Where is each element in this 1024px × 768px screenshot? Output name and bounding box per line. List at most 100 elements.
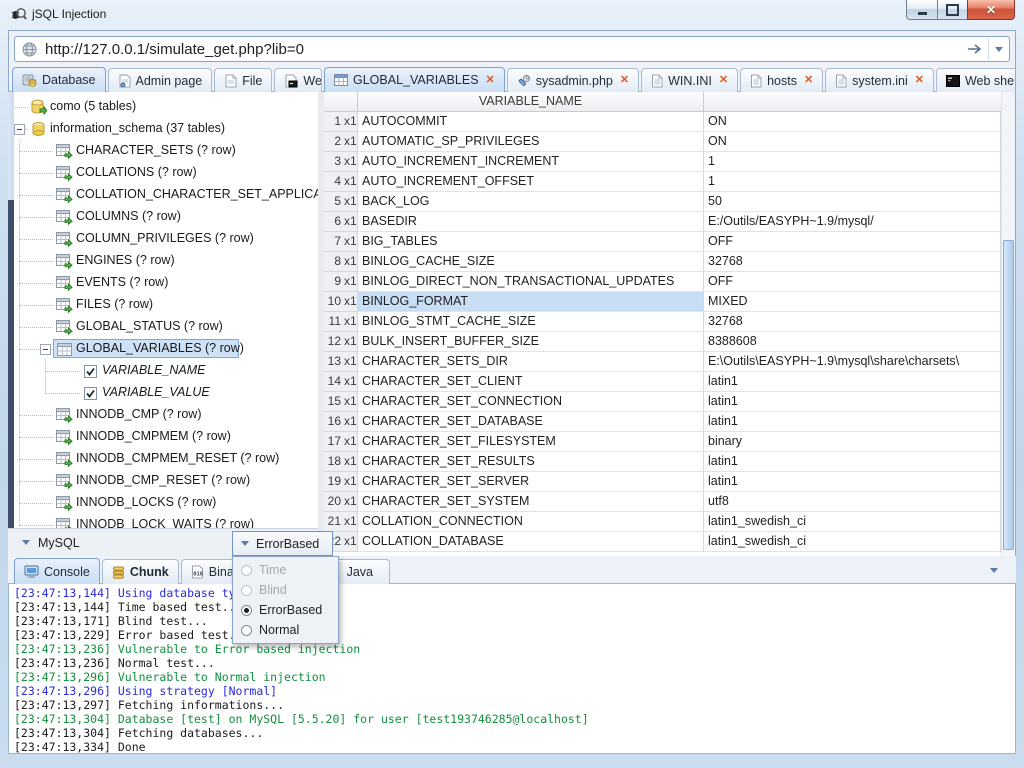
- variable-value-cell[interactable]: 32768: [704, 252, 1001, 272]
- tree-node[interactable]: COLLATIONS (? row): [8, 162, 318, 184]
- table-scrollbar-thumb[interactable]: [1003, 240, 1014, 550]
- table-row[interactable]: 11x1BINLOG_STMT_CACHE_SIZE32768: [324, 312, 1001, 332]
- variable-name-cell[interactable]: BASEDIR: [358, 212, 704, 232]
- tree-node[interactable]: VARIABLE_VALUE: [8, 382, 318, 404]
- variable-value-cell[interactable]: 8388608: [704, 332, 1001, 352]
- tree-node[interactable]: como (5 tables): [8, 96, 318, 118]
- address-bar[interactable]: http://127.0.0.1/simulate_get.php?lib=0: [14, 36, 1010, 62]
- variable-value-cell[interactable]: 32768: [704, 312, 1001, 332]
- tree-node[interactable]: INNODB_LOCKS (? row): [8, 492, 318, 514]
- variable-value-cell[interactable]: latin1: [704, 452, 1001, 472]
- tree-node[interactable]: GLOBAL_VARIABLES (? row): [8, 338, 318, 360]
- table-row[interactable]: 8x1BINLOG_CACHE_SIZE32768: [324, 252, 1001, 272]
- tab-win-ini[interactable]: WIN.INI✕: [641, 68, 738, 92]
- variable-name-cell[interactable]: CHARACTER_SET_FILESYSTEM: [358, 432, 704, 452]
- strategy-combobox[interactable]: ErrorBased: [232, 531, 333, 556]
- variable-value-cell[interactable]: latin1: [704, 412, 1001, 432]
- variable-name-cell[interactable]: AUTO_INCREMENT_INCREMENT: [358, 152, 704, 172]
- variable-name-cell[interactable]: COLLATION_DATABASE: [358, 532, 704, 552]
- tab-chunk[interactable]: Chunk: [102, 559, 179, 584]
- tree-node[interactable]: INNODB_LOCK_WAITS (? row): [8, 514, 318, 528]
- table-row[interactable]: 17x1CHARACTER_SET_FILESYSTEMbinary: [324, 432, 1001, 452]
- tree-scrollbar-thumb[interactable]: [8, 200, 14, 528]
- tab-database[interactable]: Database: [12, 67, 106, 92]
- tree-node[interactable]: COLUMN_PRIVILEGES (? row): [8, 228, 318, 250]
- tree-node[interactable]: GLOBAL_STATUS (? row): [8, 316, 318, 338]
- tree-node[interactable]: INNODB_CMPMEM_RESET (? row): [8, 448, 318, 470]
- table-row[interactable]: 14x1CHARACTER_SET_CLIENTlatin1: [324, 372, 1001, 392]
- table-row[interactable]: 16x1CHARACTER_SET_DATABASElatin1: [324, 412, 1001, 432]
- table-scrollbar[interactable]: [1001, 92, 1015, 556]
- variable-value-cell[interactable]: ON: [704, 112, 1001, 132]
- variable-value-cell[interactable]: 1: [704, 172, 1001, 192]
- tree-node[interactable]: INNODB_CMP_RESET (? row): [8, 470, 318, 492]
- variable-name-cell[interactable]: COLLATION_CONNECTION: [358, 512, 704, 532]
- variable-name-cell[interactable]: AUTO_INCREMENT_OFFSET: [358, 172, 704, 192]
- maximize-button[interactable]: [937, 0, 967, 20]
- table-row[interactable]: 19x1CHARACTER_SET_SERVERlatin1: [324, 472, 1001, 492]
- table-row[interactable]: 15x1CHARACTER_SET_CONNECTIONlatin1: [324, 392, 1001, 412]
- tab-global-variables[interactable]: GLOBAL_VARIABLES✕: [324, 67, 505, 92]
- variable-name-cell[interactable]: CHARACTER_SETS_DIR: [358, 352, 704, 372]
- table-row[interactable]: 18x1CHARACTER_SET_RESULTSlatin1: [324, 452, 1001, 472]
- variable-name-column-header[interactable]: VARIABLE_NAME: [358, 92, 704, 112]
- variable-value-cell[interactable]: latin1: [704, 472, 1001, 492]
- variable-name-cell[interactable]: AUTOMATIC_SP_PRIVILEGES: [358, 132, 704, 152]
- table-row[interactable]: 12x1BULK_INSERT_BUFFER_SIZE8388608: [324, 332, 1001, 352]
- variable-name-cell[interactable]: BINLOG_DIRECT_NON_TRANSACTIONAL_UPDATES: [358, 272, 704, 292]
- table-row[interactable]: 2x1AUTOMATIC_SP_PRIVILEGESON: [324, 132, 1001, 152]
- tree-node[interactable]: COLUMNS (? row): [8, 206, 318, 228]
- close-tab-icon[interactable]: ✕: [620, 75, 629, 86]
- strategy-option-normal[interactable]: Normal: [233, 620, 338, 640]
- table-row[interactable]: 5x1BACK_LOG50: [324, 192, 1001, 212]
- table-row[interactable]: 10x1BINLOG_FORMATMIXED: [324, 292, 1001, 312]
- close-tab-icon[interactable]: ✕: [804, 75, 813, 86]
- variable-name-cell[interactable]: CHARACTER_SET_DATABASE: [358, 412, 704, 432]
- title-bar[interactable]: jSQL Injection ✕: [0, 0, 1024, 30]
- tab-console[interactable]: Console: [14, 558, 100, 584]
- close-tab-icon[interactable]: ✕: [915, 75, 924, 86]
- tree-node[interactable]: EVENTS (? row): [8, 272, 318, 294]
- table-row[interactable]: 1x1AUTOCOMMITON: [324, 112, 1001, 132]
- variable-value-cell[interactable]: utf8: [704, 492, 1001, 512]
- go-arrow-button[interactable]: [962, 43, 988, 55]
- close-tab-icon[interactable]: ✕: [486, 75, 495, 86]
- variable-name-cell[interactable]: CHARACTER_SET_SERVER: [358, 472, 704, 492]
- close-button[interactable]: ✕: [967, 0, 1015, 20]
- tree-scrollbar[interactable]: [8, 92, 14, 528]
- variable-name-cell[interactable]: CHARACTER_SET_SYSTEM: [358, 492, 704, 512]
- variable-value-column-header[interactable]: [704, 92, 1001, 112]
- variable-name-cell[interactable]: BACK_LOG: [358, 192, 704, 212]
- tab-sysadmin-php[interactable]: sysadmin.php✕: [507, 68, 639, 92]
- minimize-button[interactable]: [906, 0, 937, 20]
- checkbox-checked-icon[interactable]: [82, 363, 99, 379]
- table-row[interactable]: 6x1BASEDIRE:/Outils/EASYPH~1.9/mysql/: [324, 212, 1001, 232]
- variable-name-cell[interactable]: BINLOG_FORMAT: [358, 292, 704, 312]
- table-row[interactable]: 4x1AUTO_INCREMENT_OFFSET1: [324, 172, 1001, 192]
- tree-node[interactable]: CHARACTER_SETS (? row): [8, 140, 318, 162]
- checkbox-checked-icon[interactable]: [82, 385, 99, 401]
- table-row[interactable]: 21x1COLLATION_CONNECTIONlatin1_swedish_c…: [324, 512, 1001, 532]
- tab-overflow-button[interactable]: [990, 568, 998, 573]
- variable-name-cell[interactable]: CHARACTER_SET_RESULTS: [358, 452, 704, 472]
- variable-value-cell[interactable]: 1: [704, 152, 1001, 172]
- variable-value-cell[interactable]: OFF: [704, 232, 1001, 252]
- variable-value-cell[interactable]: binary: [704, 432, 1001, 452]
- console-output[interactable]: [23:47:13,144] Using database ty[23:47:1…: [8, 584, 1016, 754]
- variable-value-cell[interactable]: latin1: [704, 392, 1001, 412]
- tab-hosts[interactable]: hosts✕: [740, 68, 823, 92]
- tab-web-shell[interactable]: Web shell✕: [936, 68, 1015, 92]
- variable-value-cell[interactable]: latin1: [704, 372, 1001, 392]
- table-row[interactable]: 20x1CHARACTER_SET_SYSTEMutf8: [324, 492, 1001, 512]
- url-history-dropdown[interactable]: [988, 38, 1009, 60]
- strategy-option-errorbased[interactable]: ErrorBased: [233, 600, 338, 620]
- variable-value-cell[interactable]: E:\Outils\EASYPH~1.9\mysql\share\charset…: [704, 352, 1001, 372]
- variable-value-cell[interactable]: latin1_swedish_ci: [704, 532, 1001, 552]
- collapse-minus-icon[interactable]: [40, 344, 51, 355]
- variable-name-cell[interactable]: CHARACTER_SET_CLIENT: [358, 372, 704, 392]
- variable-name-cell[interactable]: BIG_TABLES: [358, 232, 704, 252]
- table-row[interactable]: 7x1BIG_TABLESOFF: [324, 232, 1001, 252]
- table-row[interactable]: 22x1COLLATION_DATABASElatin1_swedish_ci: [324, 532, 1001, 552]
- tab-we[interactable]: We: [274, 68, 322, 92]
- url-input[interactable]: http://127.0.0.1/simulate_get.php?lib=0: [45, 41, 962, 58]
